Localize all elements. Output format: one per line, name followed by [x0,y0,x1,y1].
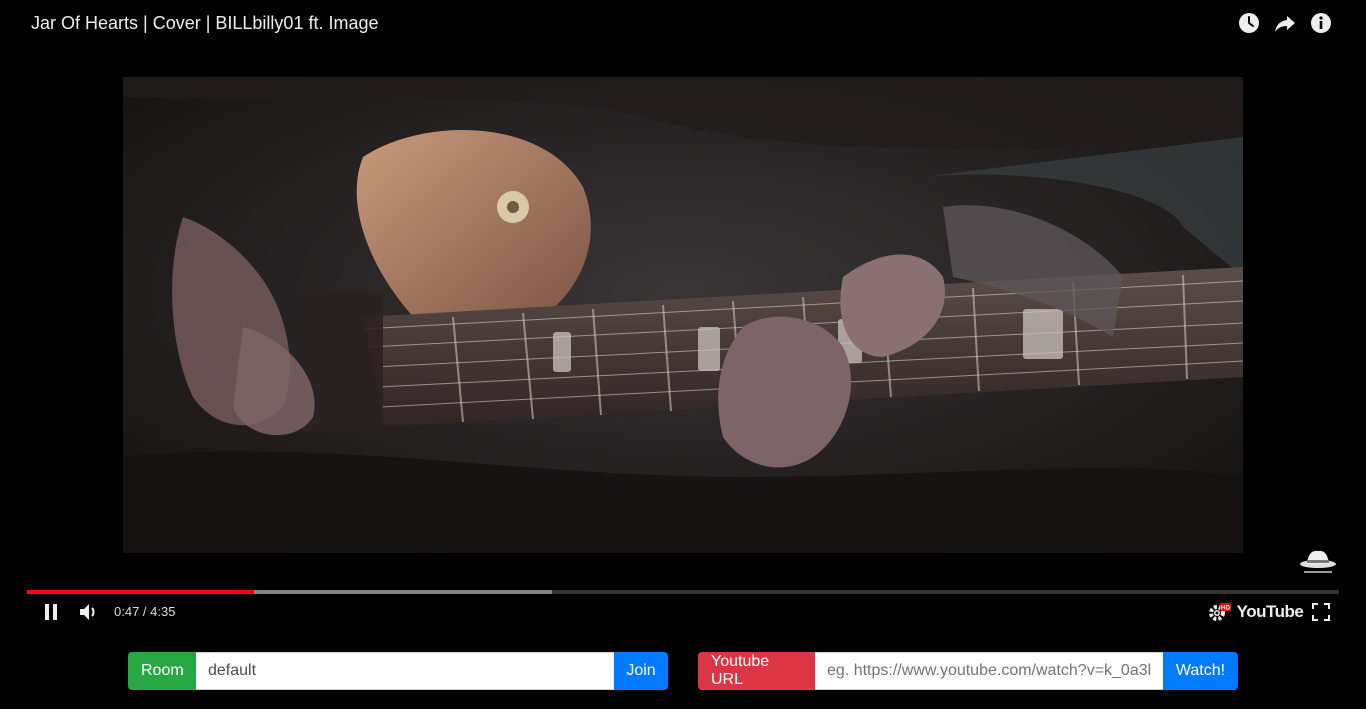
video-player[interactable]: Jar Of Hearts | Cover | BILLbilly01 ft. … [0,0,1366,635]
video-still-image [123,77,1243,553]
video-title[interactable]: Jar Of Hearts | Cover | BILLbilly01 ft. … [31,12,378,34]
hd-badge: HD [1221,605,1231,612]
room-input[interactable] [196,652,614,690]
fullscreen-button[interactable] [1310,598,1332,626]
settings-button[interactable]: HD [1206,598,1232,626]
info-icon[interactable] [1310,12,1332,34]
time-display: 0:47 / 4:35 [114,604,176,619]
room-input-group: Room Join [128,652,668,690]
youtube-url-input-group: Youtube URL Watch! [698,652,1238,690]
volume-icon [80,604,95,620]
youtube-url-input[interactable] [815,652,1163,690]
room-label: Room [128,652,196,690]
youtube-url-label: Youtube URL [698,652,815,690]
gear-icon: HD [1209,603,1231,621]
youtube-logo[interactable]: YouTube [1237,598,1304,626]
fullscreen-icon [1312,603,1330,621]
pause-button[interactable] [38,598,64,626]
video-frame[interactable] [123,77,1243,553]
seek-bar-played [27,590,254,594]
channel-watermark-logo[interactable] [1298,546,1338,576]
seek-bar[interactable] [27,590,1339,594]
pause-icon [45,604,57,620]
player-controls: 0:47 / 4:35 HD YouTube [0,598,1366,626]
mute-button[interactable] [77,598,101,626]
watch-button[interactable]: Watch! [1163,652,1238,690]
watch-later-icon[interactable] [1238,12,1260,34]
top-icons [1238,12,1332,34]
share-icon[interactable] [1274,12,1296,34]
join-button[interactable]: Join [614,652,668,690]
